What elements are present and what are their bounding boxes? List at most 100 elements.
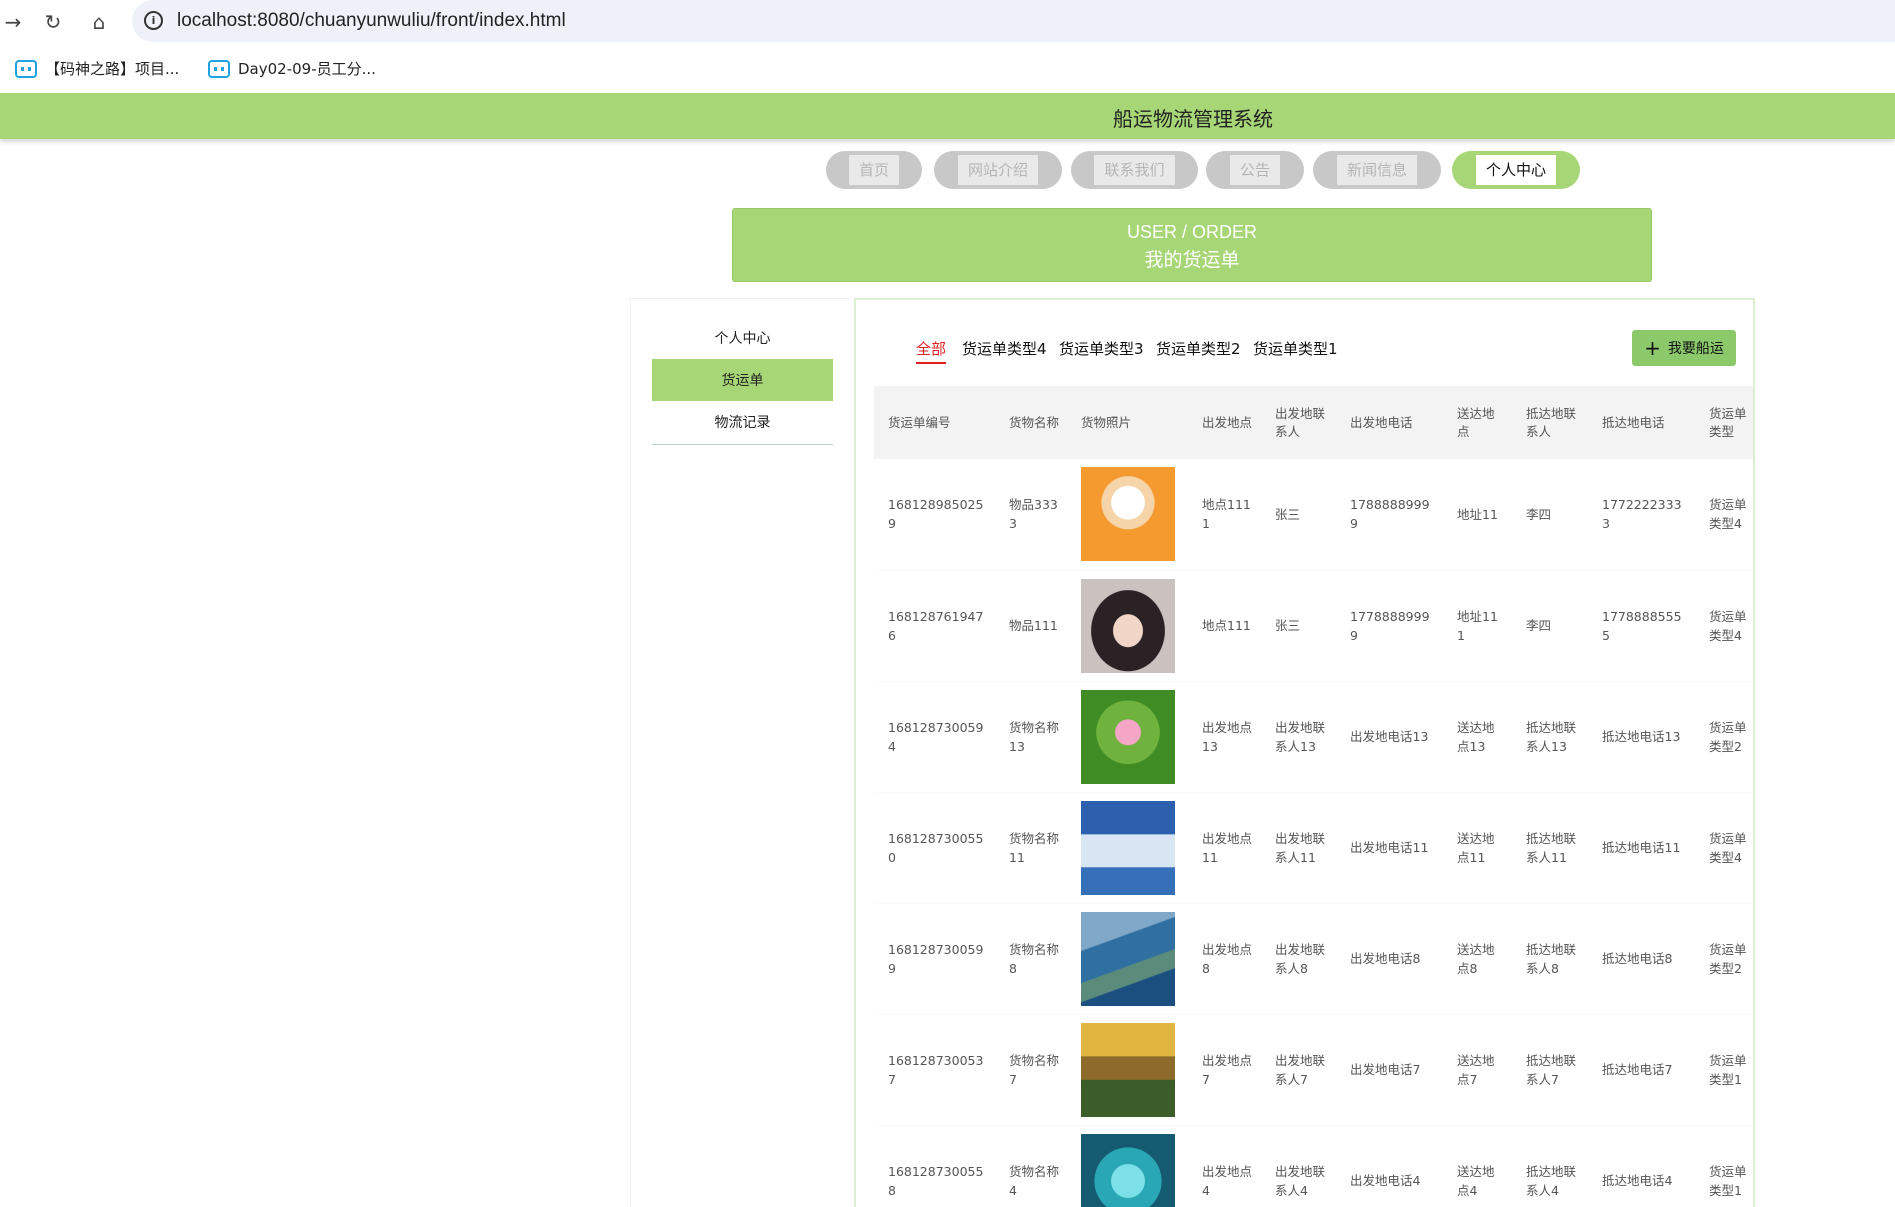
plus-icon: + (1644, 336, 1661, 360)
table-cell: 出发地点8 (1188, 903, 1261, 1015)
table-cell: 1681287300594 (874, 681, 995, 793)
nav-label: 个人中心 (1475, 155, 1556, 185)
table-cell: 抵达地联系人4 (1512, 1125, 1588, 1207)
tab-all[interactable]: 全部 (916, 338, 947, 364)
sidebar-item-orders[interactable]: 货运单 (652, 359, 833, 401)
table-cell: 抵达地联系人11 (1512, 792, 1588, 904)
table-row[interactable]: 1681287300550 货物名称11 出发地点11 出发地联系人11 出发地电话11… (874, 792, 1753, 904)
nav-user-center[interactable]: 个人中心 (1452, 151, 1580, 189)
table-cell: 送达地点8 (1443, 903, 1512, 1015)
column-header: 货物照片 (1067, 386, 1188, 459)
table-cell: 1681287619476 (874, 570, 995, 682)
tab-type3[interactable]: 货运单类型3 (1059, 338, 1144, 359)
nav-label: 联系我们 (1094, 155, 1175, 185)
bookmark-item[interactable]: Day02-09-员工分... (208, 58, 376, 79)
bookmark-label: Day02-09-员工分... (238, 60, 376, 78)
bilibili-icon (208, 59, 230, 78)
table-row[interactable]: 1681287300537 货物名称7 出发地点7 出发地联系人7 出发地电话7 送达地点… (874, 1014, 1753, 1126)
table-cell: 地点111 (1188, 570, 1261, 682)
home-icon[interactable]: ⌂ (86, 9, 112, 35)
cargo-photo (1081, 1022, 1175, 1117)
table-cell: 李四 (1512, 459, 1588, 571)
table-row[interactable]: 1681287300558 货物名称4 出发地点4 出发地联系人4 出发地电话4 送达地点… (874, 1125, 1753, 1207)
cargo-photo-cell (1067, 570, 1188, 682)
site-header: 船运物流管理系统 (0, 93, 1895, 139)
cargo-photo (1081, 911, 1175, 1006)
cargo-photo-cell (1067, 792, 1188, 904)
table-cell: 抵达地电话11 (1588, 792, 1695, 904)
sidebar-item-logistics[interactable]: 物流记录 (652, 401, 833, 443)
table-cell: 货运单类型2 (1695, 681, 1753, 793)
cargo-photo-cell (1067, 1014, 1188, 1126)
tab-type4[interactable]: 货运单类型4 (962, 338, 1047, 359)
nav-news[interactable]: 新闻信息 (1313, 151, 1441, 189)
table-cell: 货物名称13 (995, 681, 1067, 793)
orders-table: 货运单编号 货物名称 货物照片 出发地点 出发地联系人 出发地电话 送达地点 抵达地联系人 抵达… (874, 386, 1753, 1207)
tab-type2[interactable]: 货运单类型2 (1156, 338, 1241, 359)
table-cell: 货运单类型1 (1695, 1014, 1753, 1126)
table-cell: 抵达地电话4 (1588, 1125, 1695, 1207)
bookmark-item[interactable]: 【码神之路】项目... (15, 58, 179, 79)
nav-home[interactable]: 首页 (826, 151, 922, 189)
nav-intro[interactable]: 网站介绍 (934, 151, 1062, 189)
column-header: 抵达地电话 (1588, 386, 1695, 459)
table-cell: 出发地电话4 (1336, 1125, 1443, 1207)
site-info-icon[interactable]: i (144, 11, 163, 30)
table-row[interactable]: 1681287300599 货物名称8 出发地点8 出发地联系人8 出发地电话8 送达地点… (874, 903, 1753, 1015)
table-row[interactable]: 1681287300594 货物名称13 出发地点13 出发地联系人13 出发地电话13… (874, 681, 1753, 793)
table-cell: 出发地联系人13 (1261, 681, 1336, 793)
table-cell: 1681287300550 (874, 792, 995, 904)
table-cell: 抵达地联系人8 (1512, 903, 1588, 1015)
table-cell: 17788889999 (1336, 570, 1443, 682)
table-cell: 17888889999 (1336, 459, 1443, 571)
nav-notice[interactable]: 公告 (1206, 151, 1304, 189)
table-cell: 出发地电话11 (1336, 792, 1443, 904)
bilibili-icon (15, 59, 37, 78)
table-cell: 物品111 (995, 570, 1067, 682)
table-cell: 送达地点4 (1443, 1125, 1512, 1207)
cargo-photo-cell (1067, 1125, 1188, 1207)
table-cell: 货物名称4 (995, 1125, 1067, 1207)
sidebar: 个人中心 货运单 物流记录 (630, 298, 850, 1207)
sidebar-item-label: 个人中心 (714, 331, 771, 347)
cargo-photo (1081, 800, 1175, 895)
table-row[interactable]: 1681287619476 物品111 地点111 张三 17788889999 地址11… (874, 570, 1753, 682)
table-cell: 出发地点7 (1188, 1014, 1261, 1126)
table-cell: 送达地点11 (1443, 792, 1512, 904)
table-cell: 抵达地电话7 (1588, 1014, 1695, 1126)
table-cell: 货物名称8 (995, 903, 1067, 1015)
sidebar-item-label: 货运单 (721, 373, 764, 389)
table-cell: 货运单类型4 (1695, 570, 1753, 682)
table-cell: 出发地联系人8 (1261, 903, 1336, 1015)
cargo-photo-cell (1067, 903, 1188, 1015)
nav-contact[interactable]: 联系我们 (1071, 151, 1198, 189)
sidebar-divider (652, 444, 833, 445)
table-cell: 抵达地联系人13 (1512, 681, 1588, 793)
table-cell: 张三 (1261, 570, 1336, 682)
nav-label: 公告 (1229, 155, 1280, 185)
table-cell: 货物名称7 (995, 1014, 1067, 1126)
table-row[interactable]: 1681289850259 物品3333 地点1111 张三 17888889999 地址… (874, 459, 1753, 571)
table-cell: 货运单类型1 (1695, 1125, 1753, 1207)
address-bar[interactable]: i localhost:8080/chuanyunwuliu/front/ind… (132, 0, 1895, 42)
table-cell: 1681287300537 (874, 1014, 995, 1126)
main-nav: 首页 网站介绍 联系我们 公告 新闻信息 个人中心 (0, 151, 1895, 191)
table-cell: 张三 (1261, 459, 1336, 571)
tab-type1[interactable]: 货运单类型1 (1253, 338, 1338, 359)
table-cell: 货运单类型4 (1695, 792, 1753, 904)
cargo-photo-cell (1067, 681, 1188, 793)
url-text: localhost:8080/chuanyunwuliu/front/index… (177, 10, 566, 31)
table-cell: 地址11 (1443, 459, 1512, 571)
column-header: 出发地点 (1188, 386, 1261, 459)
sidebar-item-user-center[interactable]: 个人中心 (652, 317, 833, 359)
bookmark-label: 【码神之路】项目... (45, 60, 180, 78)
table-cell: 抵达地电话13 (1588, 681, 1695, 793)
back-arrow-icon[interactable]: → (0, 9, 26, 35)
table-cell: 抵达地联系人7 (1512, 1014, 1588, 1126)
column-header: 货运单类型 (1695, 386, 1753, 459)
table-cell: 货运单类型2 (1695, 903, 1753, 1015)
table-cell: 出发地联系人4 (1261, 1125, 1336, 1207)
reload-icon[interactable]: ↻ (40, 9, 66, 35)
nav-label: 首页 (848, 155, 899, 185)
ship-request-button[interactable]: + 我要船运 (1632, 330, 1736, 366)
